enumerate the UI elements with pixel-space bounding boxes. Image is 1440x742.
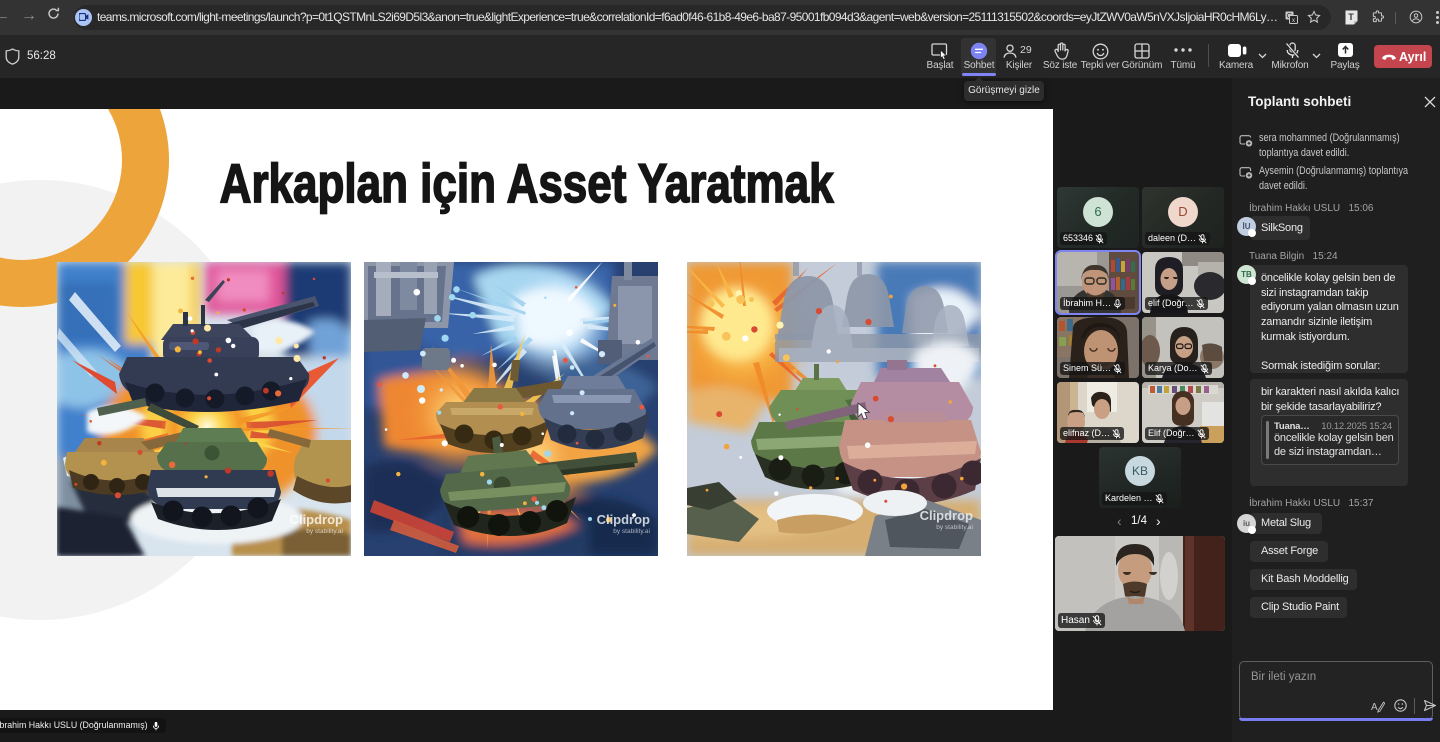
svg-text:T: T [1348,12,1354,22]
svg-text:by stability.ai: by stability.ai [613,528,650,535]
svg-text:A: A [1371,702,1378,713]
svg-text:Clipdrop: Clipdrop [920,508,973,523]
svg-text:by stability.ai: by stability.ai [936,524,973,531]
svg-text:Clipdrop: Clipdrop [597,512,650,527]
svg-text:Clipdrop: Clipdrop [290,512,343,527]
svg-text:by stability.ai: by stability.ai [306,528,343,535]
